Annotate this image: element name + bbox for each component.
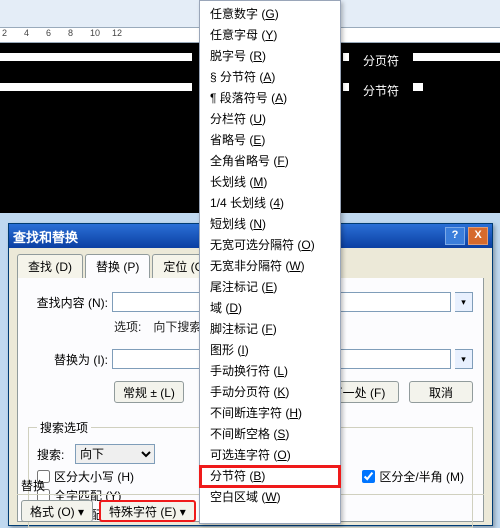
tab-replace[interactable]: 替换 (P) [85, 254, 150, 278]
search-options-legend: 搜索选项 [37, 419, 91, 436]
special-menu-item[interactable]: ¶ 段落符号 (A) [200, 88, 340, 109]
special-menu-item[interactable]: 图形 (I) [200, 340, 340, 361]
special-menu-item[interactable]: 尾注标记 (E) [200, 277, 340, 298]
special-button[interactable]: 特殊字符 (E) ▾ [99, 500, 196, 522]
less-button[interactable]: 常规 ± (L) [114, 381, 184, 403]
find-history-dropdown[interactable]: ▾ [455, 292, 473, 312]
special-menu-item[interactable]: 不间断连字符 (H) [200, 403, 340, 424]
cancel-button[interactable]: 取消 [409, 381, 473, 403]
special-menu-item[interactable]: 空白区域 (W) [200, 487, 340, 508]
special-menu-item[interactable]: 不间断空格 (S) [200, 424, 340, 445]
special-menu-item[interactable]: 无宽可选分隔符 (O) [200, 235, 340, 256]
special-menu-item[interactable]: 手动换行符 (L) [200, 361, 340, 382]
doc-text-line [0, 53, 192, 61]
replace-history-dropdown[interactable]: ▾ [455, 349, 473, 369]
page-break-marker: 分页符 [349, 51, 413, 70]
special-menu-item[interactable]: 1/4 长划线 (4) [200, 193, 340, 214]
replace-with-label: 替换为 (I): [28, 351, 108, 368]
special-menu-item[interactable]: 短划线 (N) [200, 214, 340, 235]
find-what-label: 查找内容 (N): [28, 294, 108, 311]
special-menu-item[interactable]: 长划线 (M) [200, 172, 340, 193]
special-menu-item[interactable]: 手动分页符 (K) [200, 382, 340, 403]
special-menu-item[interactable]: 全角省略号 (F) [200, 151, 340, 172]
special-char-menu: 任意数字 (G)任意字母 (Y)脱字号 (R)§ 分节符 (A)¶ 段落符号 (… [199, 0, 341, 524]
special-menu-item[interactable]: § 分节符 (A) [200, 67, 340, 88]
special-menu-item[interactable]: 无宽非分隔符 (W) [200, 256, 340, 277]
close-button[interactable]: X [468, 227, 488, 245]
doc-text-line [0, 83, 192, 91]
search-direction-select[interactable]: 向下 [75, 444, 155, 464]
special-menu-item[interactable]: 分栏符 (U) [200, 109, 340, 130]
help-button[interactable]: ? [445, 227, 465, 245]
search-direction-label: 搜索: [37, 446, 71, 463]
special-menu-item[interactable]: 脚注标记 (F) [200, 319, 340, 340]
special-menu-item[interactable]: 任意数字 (G) [200, 4, 340, 25]
format-button[interactable]: 格式 (O) ▾ [21, 500, 93, 522]
tab-find[interactable]: 查找 (D) [17, 254, 83, 278]
dialog-title: 查找和替换 [13, 227, 78, 246]
special-menu-item[interactable]: 可选连字符 (O) [200, 445, 340, 466]
special-menu-item[interactable]: 域 (D) [200, 298, 340, 319]
special-menu-item[interactable]: 任意字母 (Y) [200, 25, 340, 46]
section-break-marker: 分节符 [349, 81, 413, 100]
special-menu-item[interactable]: 脱字号 (R) [200, 46, 340, 67]
special-menu-item[interactable]: 省略号 (E) [200, 130, 340, 151]
special-menu-item[interactable]: 分节符 (B) [200, 466, 340, 487]
